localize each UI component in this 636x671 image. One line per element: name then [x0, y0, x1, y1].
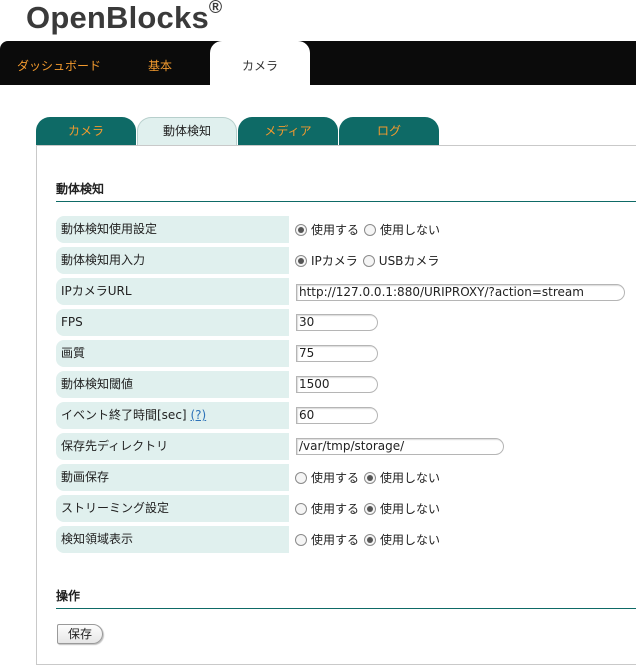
top-nav-camera[interactable]: カメラ: [210, 41, 310, 85]
radio-ip-camera[interactable]: [295, 254, 307, 267]
section-divider: [56, 201, 636, 202]
threshold-input[interactable]: 1500: [296, 376, 378, 393]
row-label-threshold: 動体検知閾値: [56, 371, 289, 398]
brand-name: OpenBlocks: [26, 0, 209, 35]
tab-media[interactable]: メディア: [238, 117, 338, 145]
row-label-motion-input: 動体検知用入力: [56, 247, 289, 274]
radio-video-save-off[interactable]: [364, 471, 377, 484]
row-label-event-end: イベント終了時間[sec] (?): [56, 402, 289, 429]
row-label-ip-camera-url: IPカメラURL: [56, 278, 289, 305]
radio-label: 使用しない: [380, 223, 441, 237]
tab-camera[interactable]: カメラ: [36, 117, 136, 145]
section-title-motion: 動体検知: [56, 182, 105, 196]
radio-label: 使用する: [311, 471, 360, 485]
radio-group-streaming: 使用する 使用しない: [295, 495, 445, 522]
radio-label: 使用する: [311, 223, 360, 237]
radio-label: 使用しない: [380, 533, 441, 547]
quality-input[interactable]: 75: [296, 345, 378, 362]
row-label-fps: FPS: [56, 309, 289, 336]
radio-label: IPカメラ: [311, 254, 358, 268]
radio-streaming-on[interactable]: [295, 502, 307, 515]
radio-area-display-on[interactable]: [295, 533, 307, 546]
row-label-storage-dir: 保存先ディレクトリ: [56, 433, 289, 460]
top-nav-basic[interactable]: 基本: [148, 41, 172, 85]
radio-label: 使用する: [311, 502, 360, 516]
radio-label: 使用しない: [380, 502, 441, 516]
radio-label: 使用しない: [380, 471, 441, 485]
ip-camera-url-input[interactable]: http://127.0.0.1:880/URIPROXY/?action=st…: [296, 284, 625, 301]
radio-group-motion-input: IPカメラ USBカメラ: [295, 247, 444, 274]
radio-group-area-display: 使用する 使用しない: [295, 526, 445, 553]
row-label-motion-enable: 動体検知使用設定: [56, 216, 289, 243]
section-title-operations: 操作: [56, 589, 81, 603]
radio-label: 使用する: [311, 533, 360, 547]
tab-log[interactable]: ログ: [339, 117, 439, 145]
fps-input[interactable]: 30: [296, 314, 378, 331]
save-button[interactable]: 保存: [57, 624, 103, 644]
radio-group-video-save: 使用する 使用しない: [295, 464, 445, 491]
row-label-area-display: 検知領域表示: [56, 526, 289, 553]
brand-logo: OpenBlocks®: [26, 0, 222, 36]
radio-group-motion-enable: 使用する 使用しない: [295, 216, 445, 243]
tab-motion-detection[interactable]: 動体検知: [137, 117, 237, 145]
top-nav-dashboard[interactable]: ダッシュボード: [17, 41, 101, 85]
top-nav-bar: ダッシュボード 基本: [0, 41, 636, 85]
radio-video-save-on[interactable]: [295, 471, 307, 484]
event-end-input[interactable]: 60: [296, 407, 378, 424]
radio-motion-enable-on[interactable]: [295, 223, 307, 236]
row-label-video-save: 動画保存: [56, 464, 289, 491]
row-label-quality: 画質: [56, 340, 289, 367]
radio-streaming-off[interactable]: [364, 502, 377, 515]
help-link[interactable]: (?): [190, 408, 206, 422]
row-label-streaming: ストリーミング設定: [56, 495, 289, 522]
event-end-label-text: イベント終了時間[sec]: [61, 408, 187, 422]
radio-motion-enable-off[interactable]: [364, 223, 377, 236]
radio-area-display-off[interactable]: [364, 533, 377, 546]
radio-usb-camera[interactable]: [362, 254, 375, 267]
section-divider: [56, 608, 636, 609]
storage-dir-input[interactable]: /var/tmp/storage/: [296, 438, 504, 455]
radio-label: USBカメラ: [378, 254, 440, 268]
registered-mark: ®: [208, 0, 223, 17]
